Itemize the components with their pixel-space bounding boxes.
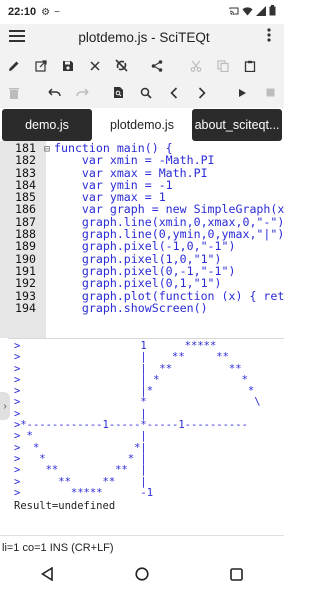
code-line: graph.pixel(-1,0,"-1") bbox=[54, 239, 236, 254]
code-line: graph.showScreen() bbox=[54, 300, 208, 315]
tab-plotdemo-js[interactable]: plotdemo.js bbox=[96, 109, 188, 141]
plot-line: > * | bbox=[14, 430, 147, 443]
recents-icon[interactable] bbox=[217, 559, 257, 589]
cut-icon[interactable] bbox=[182, 52, 209, 80]
undo-icon[interactable] bbox=[40, 79, 68, 107]
copy-icon[interactable] bbox=[209, 52, 236, 80]
find-in-file-icon[interactable] bbox=[104, 79, 132, 107]
run-icon[interactable] bbox=[228, 79, 256, 107]
back-icon[interactable] bbox=[27, 559, 67, 589]
battery-icon bbox=[269, 5, 276, 19]
pencil-icon[interactable] bbox=[0, 52, 27, 80]
code-line: var graph = new SimpleGraph(xm bbox=[54, 202, 284, 217]
status-bar: 22:10 ⚙ − bbox=[0, 0, 284, 24]
signal-icon bbox=[256, 5, 266, 19]
stop-icon[interactable] bbox=[256, 79, 284, 107]
fold-marker-icon[interactable]: ⊟ bbox=[44, 144, 50, 155]
file-tabs: demo.js plotdemo.js about_sciteqt... bbox=[0, 109, 284, 141]
previous-icon[interactable] bbox=[160, 79, 188, 107]
line-number: 194 bbox=[15, 300, 36, 315]
code-area[interactable]: function main() { var xmin = -Math.PI va… bbox=[54, 141, 284, 314]
open-external-icon[interactable] bbox=[27, 52, 54, 80]
next-icon[interactable] bbox=[188, 79, 216, 107]
editor-status-line: li=1 co=1 INS (CR+LF) bbox=[0, 535, 284, 557]
code-line: var xmin = -Math.PI bbox=[54, 153, 215, 168]
tab-demo-js[interactable]: demo.js bbox=[2, 109, 92, 141]
edit-toolbar bbox=[0, 77, 284, 108]
plot-line: > | ** ** bbox=[14, 351, 229, 364]
redo-icon[interactable] bbox=[68, 79, 96, 107]
line-number: 189 bbox=[15, 239, 36, 254]
line-number: 193 bbox=[15, 288, 36, 303]
minus-icon: − bbox=[54, 6, 60, 18]
line-number: 192 bbox=[15, 276, 36, 291]
output-pane[interactable]: > 1 ***** > | ** ** > | ** ** > | * * > |* *… bbox=[8, 338, 284, 534]
plot-output: > 1 ***** > | ** ** > | ** ** > | * * > |* *… bbox=[8, 339, 284, 499]
line-number: 182 bbox=[15, 153, 36, 168]
home-icon[interactable] bbox=[122, 559, 162, 589]
cast-icon bbox=[229, 6, 239, 19]
plot-line: > ***** -1 bbox=[14, 486, 154, 499]
hamburger-icon[interactable] bbox=[0, 27, 34, 47]
plot-line: > ** ** | bbox=[14, 464, 147, 477]
paste-icon[interactable] bbox=[236, 52, 263, 80]
status-time: 22:10 bbox=[8, 6, 37, 18]
result-text: Result=undefined bbox=[14, 500, 116, 513]
tab-about-sciteqt[interactable]: about_sciteqt... bbox=[192, 109, 282, 141]
window-title: plotdemo.js - SciTEQt bbox=[78, 29, 210, 45]
code-line: graph.plot(function (x) { retu bbox=[54, 288, 284, 303]
no-sync-icon[interactable] bbox=[108, 52, 135, 80]
delete-icon[interactable] bbox=[0, 79, 28, 107]
close-icon[interactable] bbox=[81, 52, 108, 80]
drawer-handle-icon[interactable]: › bbox=[0, 392, 10, 420]
wifi-icon bbox=[242, 6, 253, 19]
gear-icon: ⚙ bbox=[41, 6, 51, 18]
share-icon[interactable] bbox=[143, 52, 170, 80]
app-bar: plotdemo.js - SciTEQt bbox=[0, 24, 284, 50]
save-icon[interactable] bbox=[54, 52, 81, 80]
code-editor[interactable]: 181 182 183 184 185 186 187 188 189 190 191 192 193 1… bbox=[0, 141, 284, 338]
code-line: graph.pixel(0,1,"1") bbox=[54, 276, 222, 291]
search-icon[interactable] bbox=[132, 79, 160, 107]
system-nav-bar bbox=[0, 557, 284, 591]
line-number: 186 bbox=[15, 202, 36, 217]
overflow-menu-icon[interactable] bbox=[254, 27, 284, 47]
line-number-gutter: 181 182 183 184 185 186 187 188 189 190 191 192 193 1… bbox=[0, 141, 46, 338]
